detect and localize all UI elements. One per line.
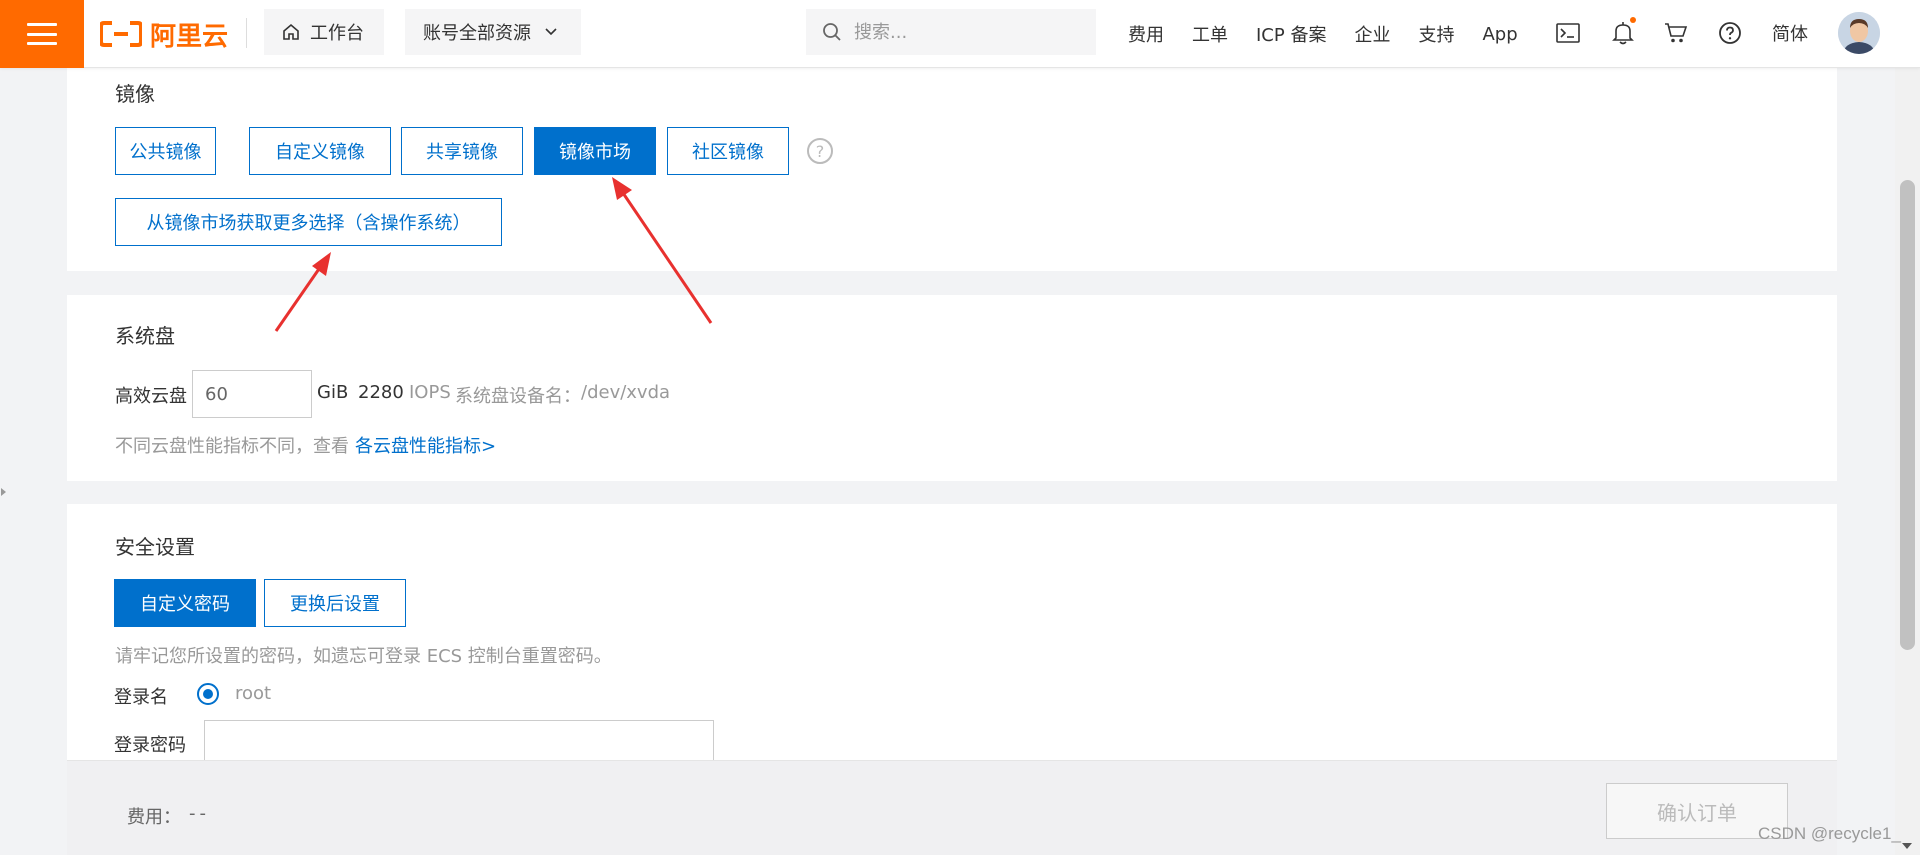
workbench-button[interactable]: 工作台 [264,9,384,55]
tab-shared-image[interactable]: 共享镜像 [401,127,523,175]
nav-link-support[interactable]: 支持 [1418,21,1454,47]
expand-arrow-icon[interactable] [1,488,6,496]
terminal-icon [1556,23,1580,43]
security-section-title: 安全设置 [115,535,195,559]
workbench-label: 工作台 [310,23,364,44]
disk-performance-link[interactable]: 各云盘性能指标> [355,432,496,458]
disk-size-input[interactable] [192,370,312,418]
disk-performance-note: 不同云盘性能指标不同，查看 [115,436,349,457]
search-icon [823,23,841,41]
resources-label: 账号全部资源 [423,23,531,44]
nav-link-icp[interactable]: ICP 备案 [1256,21,1326,47]
chevron-down-icon [545,28,557,36]
tab-custom-image[interactable]: 自定义镜像 [249,127,391,175]
password-hint: 请牢记您所设置的密码，如遗忘可登录 ECS 控制台重置密码。 [115,646,612,667]
order-footer-bar: 费用： -- 确认订单 [67,760,1837,855]
account-resources-dropdown[interactable]: 账号全部资源 [405,9,581,55]
custom-password-button[interactable]: 自定义密码 [114,579,256,627]
disk-type-label: 高效云盘 [115,386,187,407]
login-name-radio[interactable] [197,683,219,705]
tab-community-image[interactable]: 社区镜像 [667,127,789,175]
system-disk-section: 系统盘 高效云盘 GiB 2280 IOPS 系统盘设备名： /dev/xvda… [67,295,1837,481]
tab-image-market[interactable]: 镜像市场 [534,127,656,175]
top-nav-links: 费用 工单 ICP 备案 企业 支持 App [1128,0,1546,68]
tab-public-image[interactable]: 公共镜像 [115,127,216,175]
cloud-shell-button[interactable] [1554,19,1582,47]
scroll-down-arrow-icon[interactable] [1902,843,1912,849]
fee-label: 费用： [127,807,181,828]
disk-unit: GiB [317,382,349,403]
brand-name: 阿里云 [150,21,229,52]
image-section: 镜像 公共镜像 自定义镜像 共享镜像 镜像市场 社区镜像 ? 从镜像市场获取更多… [67,68,1837,271]
device-name: /dev/xvda [581,382,671,403]
nav-link-tickets[interactable]: 工单 [1192,21,1228,47]
fee-value: -- [189,803,210,824]
login-password-label: 登录密码 [114,735,186,756]
home-icon [283,23,299,40]
iops-label: IOPS [409,382,451,403]
nav-link-fees[interactable]: 费用 [1128,21,1164,47]
avatar-icon [1838,12,1880,54]
device-label: 系统盘设备名： [455,386,581,407]
logo-divider [246,18,247,48]
search-input[interactable] [852,20,1072,44]
login-name-label: 登录名 [114,687,168,708]
user-avatar[interactable] [1838,12,1880,54]
image-help-icon[interactable]: ? [807,138,833,164]
question-circle-icon [1719,22,1741,44]
security-section: 安全设置 自定义密码 更换后设置 请牢记您所设置的密码，如遗忘可登录 ECS 控… [67,504,1837,766]
hamburger-icon [27,23,57,45]
search-box[interactable] [806,9,1096,55]
bell-icon [1612,22,1634,45]
notification-dot [1630,17,1636,23]
aliyun-logo-icon [100,21,142,47]
notifications-button[interactable] [1609,17,1637,47]
help-button[interactable] [1716,19,1744,47]
top-navigation-bar: 阿里云 工作台 账号全部资源 费用 工单 ICP 备案 企业 支持 App [0,0,1920,68]
iops-value: 2280 [358,382,404,403]
watermark: CSDN @recycle1_ [1758,824,1901,843]
nav-link-enterprise[interactable]: 企业 [1354,21,1390,47]
left-edge [0,68,8,855]
vertical-scrollbar[interactable] [1895,68,1920,855]
hamburger-menu-button[interactable] [0,0,84,68]
cart-button[interactable] [1662,19,1690,47]
image-market-more-button[interactable]: 从镜像市场获取更多选择（含操作系统） [115,198,502,246]
language-switch[interactable]: 简体 [1772,20,1808,46]
nav-link-app[interactable]: App [1482,24,1517,45]
scrollbar-thumb[interactable] [1900,180,1915,650]
cart-icon [1665,23,1688,43]
disk-section-title: 系统盘 [115,324,175,348]
image-section-title: 镜像 [115,82,155,106]
login-name-value: root [235,683,272,704]
set-later-button[interactable]: 更换后设置 [264,579,406,627]
aliyun-logo[interactable]: 阿里云 [100,16,228,52]
